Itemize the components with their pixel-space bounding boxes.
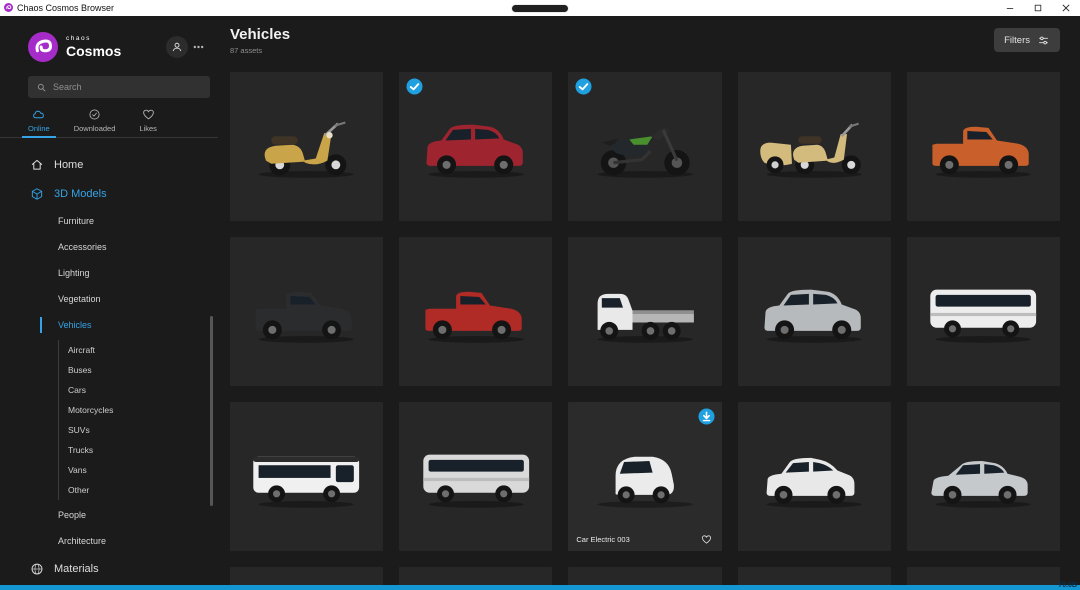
more-options-button[interactable] [188, 36, 208, 58]
asset-card-flatbed[interactable] [568, 237, 721, 386]
window-title: Chaos Cosmos Browser [17, 3, 114, 13]
nav-item-home[interactable]: Home [0, 150, 218, 179]
asset-card-smart-car[interactable]: Car Electric 003 [568, 402, 721, 551]
asset-card-pickup[interactable] [399, 237, 552, 386]
ellipsis-icon [193, 45, 204, 49]
tab-downloaded[interactable]: Downloaded [72, 108, 118, 137]
sliders-icon [1037, 34, 1050, 47]
cosmos-logo [28, 32, 58, 62]
asset-card-hatchback[interactable] [738, 402, 891, 551]
asset-thumbnail [230, 237, 383, 386]
filters-label: Filters [1004, 35, 1030, 46]
favorite-heart-button[interactable] [700, 532, 714, 546]
status-value: 70.0B [1058, 582, 1077, 589]
check-circle-icon [88, 108, 101, 121]
nav-item-vans[interactable]: Vans [59, 460, 218, 480]
asset-card-partial[interactable] [907, 567, 1060, 585]
sidebar: chaos Cosmos Online Downloaded Likes Home3… [0, 16, 218, 585]
nav-item-people[interactable]: People [0, 502, 218, 528]
asset-card-suv[interactable] [738, 237, 891, 386]
app-icon [4, 0, 13, 17]
asset-card-partial[interactable] [568, 567, 721, 585]
search-input[interactable] [53, 82, 202, 92]
tab-online[interactable]: Online [26, 108, 52, 137]
nav-item-other[interactable]: Other [59, 480, 218, 500]
tab-likes[interactable]: Likes [137, 108, 159, 137]
vehicles-subcategories: AircraftBusesCarsMotorcyclesSUVsTrucksVa… [58, 340, 218, 500]
maximize-button[interactable] [1024, 0, 1052, 16]
search-box[interactable] [28, 76, 210, 98]
asset-card-partial[interactable] [399, 567, 552, 585]
nav-item-vehicles[interactable]: Vehicles [0, 312, 218, 338]
page-title: Vehicles [230, 26, 290, 43]
heart-icon [142, 108, 155, 121]
asset-card-motorcycle[interactable] [568, 72, 721, 221]
close-button[interactable] [1052, 0, 1080, 16]
download-badge[interactable] [698, 408, 715, 425]
nav-item-trucks[interactable]: Trucks [59, 440, 218, 460]
asset-thumbnail [907, 237, 1060, 386]
sidebar-scrollbar[interactable] [210, 316, 213, 506]
asset-thumbnail [907, 72, 1060, 221]
asset-card-pickup[interactable] [907, 72, 1060, 221]
nav-item-vegetation[interactable]: Vegetation [0, 286, 218, 312]
nav-item-motorcycles[interactable]: Motorcycles [59, 400, 218, 420]
nav-item-materials[interactable]: Materials [0, 554, 218, 583]
nav-item-buses[interactable]: Buses [59, 360, 218, 380]
asset-card-scooter[interactable] [230, 72, 383, 221]
asset-name: Car Electric 003 [576, 535, 629, 544]
asset-thumbnail [738, 237, 891, 386]
person-icon [170, 40, 184, 54]
asset-card-sedan[interactable] [907, 402, 1060, 551]
brand-chaos-label: chaos [66, 36, 121, 43]
user-avatar-button[interactable] [166, 36, 188, 58]
asset-thumbnail [399, 402, 552, 551]
progress-bar: 70.0B [0, 585, 1080, 590]
filters-button[interactable]: Filters [994, 28, 1060, 52]
asset-thumbnail [907, 402, 1060, 551]
nav-item-accessories[interactable]: Accessories [0, 234, 218, 260]
nav-item-furniture[interactable]: Furniture [0, 208, 218, 234]
asset-card-partial[interactable] [738, 567, 891, 585]
nav-item-architecture[interactable]: Architecture [0, 528, 218, 554]
search-icon [36, 82, 47, 93]
nav-item-cars[interactable]: Cars [59, 380, 218, 400]
asset-card-pickup[interactable] [230, 237, 383, 386]
asset-count: 87 assets [230, 46, 290, 55]
asset-card-city-bus[interactable] [230, 402, 383, 551]
downloaded-check-badge [575, 78, 592, 95]
asset-card-coach-bus[interactable] [907, 237, 1060, 386]
asset-card-coach-bus[interactable] [399, 402, 552, 551]
nav-item-lighting[interactable]: Lighting [0, 260, 218, 286]
asset-card-partial[interactable] [230, 567, 383, 585]
cube-icon [30, 187, 44, 201]
asset-thumbnail [738, 402, 891, 551]
cloud-icon [32, 108, 45, 121]
category-nav: Home3D ModelsFurnitureAccessoriesLightin… [0, 150, 218, 583]
minimize-button[interactable] [996, 0, 1024, 16]
sidebar-tabs: Online Downloaded Likes [0, 98, 218, 138]
asset-thumbnail [738, 72, 891, 221]
main-content: Vehicles 87 assets Filters Car Electric … [218, 16, 1080, 585]
asset-grid: Car Electric 003 [230, 72, 1060, 585]
asset-thumbnail [399, 237, 552, 386]
asset-card-suv[interactable] [399, 72, 552, 221]
home-icon [30, 158, 44, 172]
asset-thumbnail [230, 72, 383, 221]
nav-item-3d-models[interactable]: 3D Models [0, 179, 218, 208]
sphere-icon [30, 562, 44, 576]
asset-thumbnail [568, 237, 721, 386]
nav-item-suvs[interactable]: SUVs [59, 420, 218, 440]
brand-cosmos-label: Cosmos [66, 44, 121, 58]
downloaded-check-badge [406, 78, 423, 95]
nav-item-aircraft[interactable]: Aircraft [59, 340, 218, 360]
asset-card-scooter-sidecar[interactable] [738, 72, 891, 221]
asset-thumbnail [230, 402, 383, 551]
brand-text: chaos Cosmos [66, 36, 121, 59]
window-drag-pill [511, 4, 569, 13]
